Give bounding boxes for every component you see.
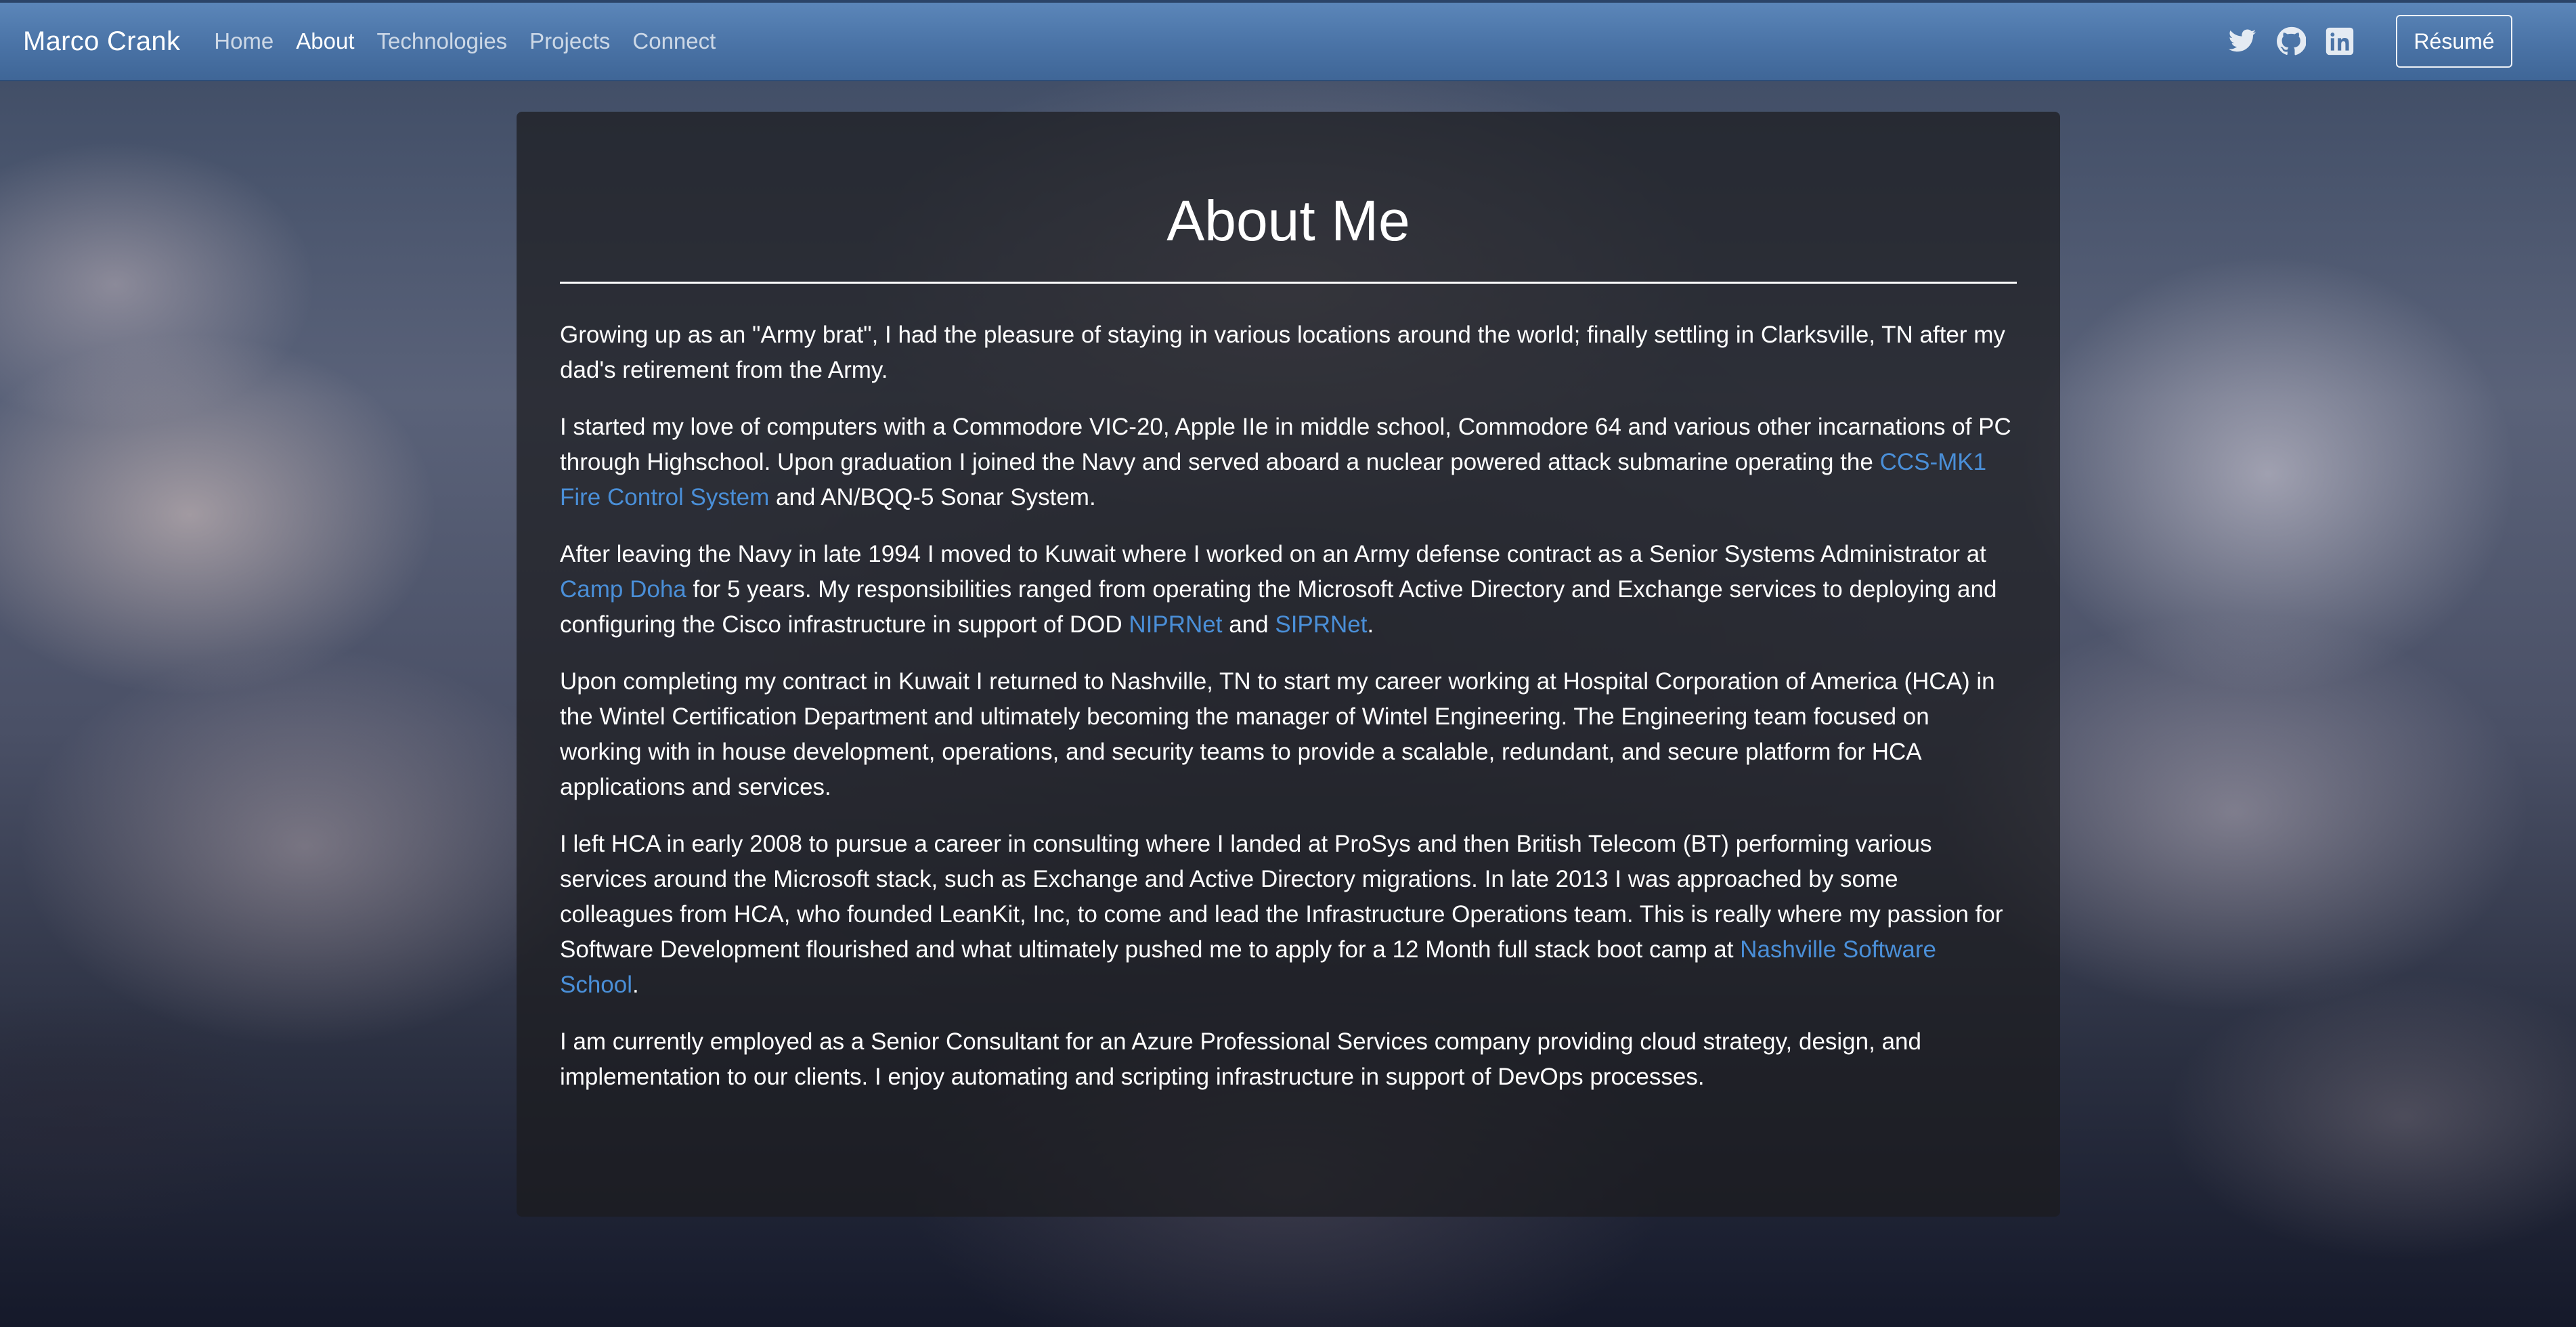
paragraph-text: . <box>1367 611 1374 638</box>
link-niprnet[interactable]: NIPRNet <box>1129 611 1222 638</box>
github-icon[interactable] <box>2275 26 2307 57</box>
about-card: About Me Growing up as an "Army brat", I… <box>517 112 2060 1217</box>
paragraph-text: After leaving the Navy in late 1994 I mo… <box>560 541 1986 568</box>
top-navbar: Marco Crank Home About Technologies Proj… <box>0 0 2576 81</box>
nav-link-technologies[interactable]: Technologies <box>377 28 508 54</box>
link-camp-doha[interactable]: Camp Doha <box>560 576 686 603</box>
about-paragraph-2: I started my love of computers with a Co… <box>560 410 2017 515</box>
about-paragraph-6: I am currently employed as a Senior Cons… <box>560 1028 1921 1091</box>
nav-link-home[interactable]: Home <box>214 28 274 54</box>
about-paragraph-1: Growing up as an "Army brat", I had the … <box>560 322 2005 384</box>
about-paragraph-5: I left HCA in early 2008 to pursue a car… <box>560 827 2017 1003</box>
twitter-icon[interactable] <box>2227 26 2258 57</box>
resume-button[interactable]: Résumé <box>2396 15 2512 68</box>
link-siprnet[interactable]: SIPRNet <box>1275 611 1367 638</box>
paragraph-text: and <box>1222 611 1275 638</box>
page-title: About Me <box>1166 189 1410 253</box>
nav-link-projects[interactable]: Projects <box>529 28 610 54</box>
paragraph-text: and AN/BQQ-5 Sonar System. <box>769 484 1096 511</box>
title-divider <box>560 282 2017 284</box>
about-paragraph-3: After leaving the Navy in late 1994 I mo… <box>560 537 2017 643</box>
nav-links: Home About Technologies Projects Connect <box>214 28 738 54</box>
nav-link-connect[interactable]: Connect <box>632 28 716 54</box>
brand-name[interactable]: Marco Crank <box>23 26 180 57</box>
about-paragraph-4: Upon completing my contract in Kuwait I … <box>560 668 1995 801</box>
nav-link-about[interactable]: About <box>296 28 354 54</box>
paragraph-text: . <box>632 972 639 999</box>
nav-right: Résumé <box>2227 15 2512 68</box>
linkedin-icon[interactable] <box>2324 26 2355 57</box>
paragraph-text: I started my love of computers with a Co… <box>560 414 2011 476</box>
